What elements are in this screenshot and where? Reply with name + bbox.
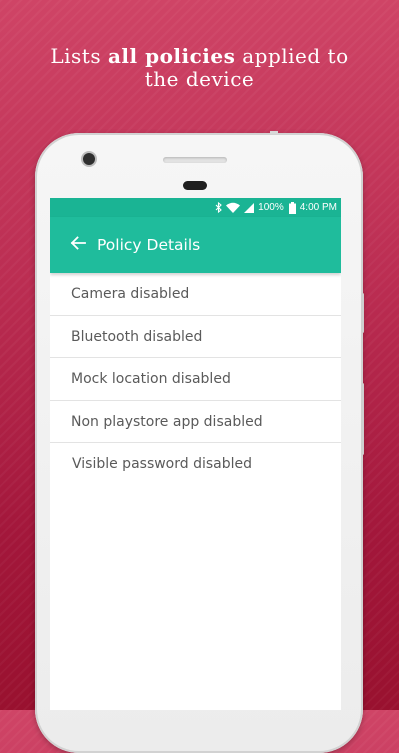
policy-item-visible-password[interactable]: Visible password disabled: [50, 443, 341, 486]
battery-percent: 100%: [258, 202, 284, 213]
back-button[interactable]: [64, 231, 92, 259]
status-icons: 100% 4:00 PM: [215, 201, 337, 214]
proximity-sensor: [183, 181, 207, 190]
headline-prefix: Lists: [50, 44, 108, 68]
status-bar: 100% 4:00 PM: [50, 198, 341, 217]
app-toolbar: Policy Details: [50, 217, 341, 273]
phone-top-edge: [270, 131, 278, 134]
headline-line-2: the device: [144, 67, 255, 91]
policy-item-mock-location[interactable]: Mock location disabled: [50, 358, 341, 401]
cell-signal-icon: [244, 202, 255, 213]
page-title: Policy Details: [97, 236, 201, 254]
headline-suffix: applied to: [235, 44, 349, 68]
headline-bold: all policies: [107, 44, 236, 68]
policy-list: Camera disabled Bluetooth disabled Mock …: [50, 273, 341, 486]
power-button: [361, 293, 364, 333]
front-camera: [83, 153, 95, 165]
volume-button: [361, 383, 364, 455]
bluetooth-icon: [215, 202, 222, 213]
wifi-icon: [226, 202, 241, 213]
promo-headline: Lists all policies applied to the device: [0, 45, 399, 91]
headline-line-1: Lists all policies applied to: [0, 45, 399, 68]
battery-icon: [288, 201, 296, 214]
status-time: 4:00 PM: [299, 202, 337, 213]
earpiece-speaker: [163, 157, 227, 163]
phone-screen: 100% 4:00 PM Policy Details Camera disab…: [50, 198, 341, 710]
policy-item-non-playstore-app[interactable]: Non playstore app disabled: [50, 401, 341, 443]
policy-item-bluetooth[interactable]: Bluetooth disabled: [50, 316, 341, 358]
policy-item-camera[interactable]: Camera disabled: [50, 273, 341, 316]
arrow-back-icon: [70, 235, 86, 255]
